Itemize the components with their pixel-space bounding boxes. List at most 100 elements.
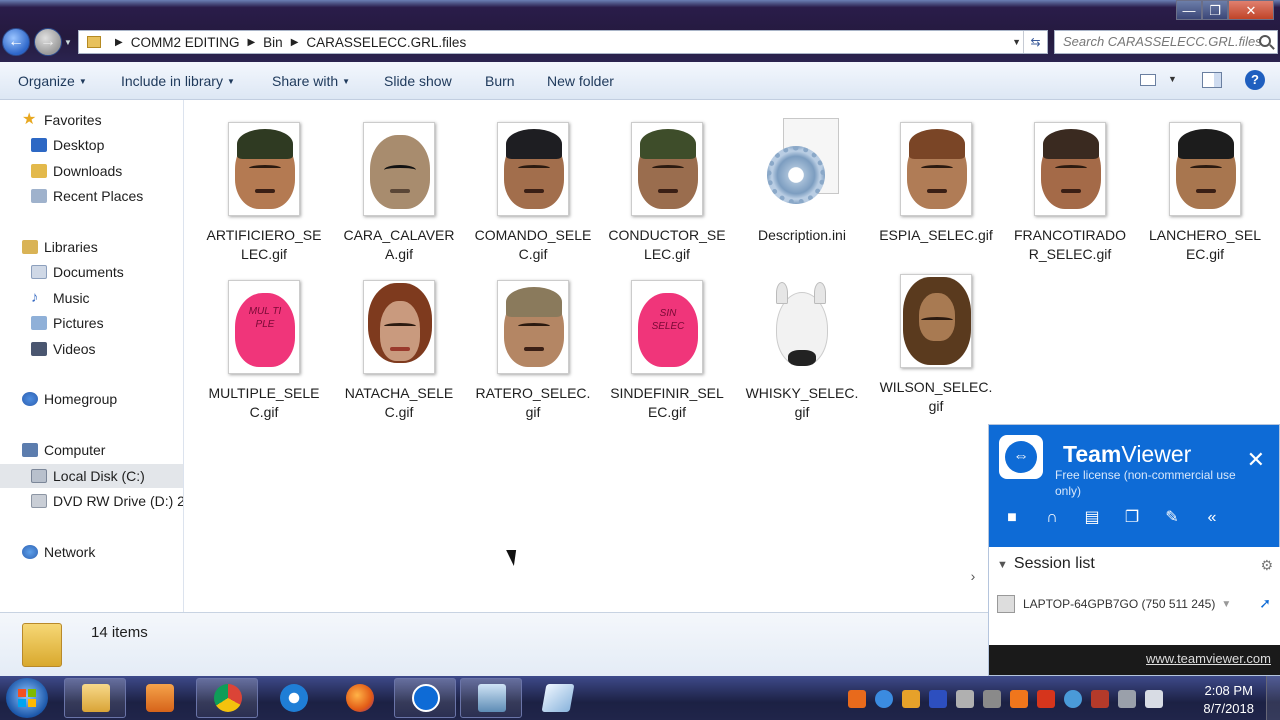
breadcrumb-separator-icon[interactable]: ▶ xyxy=(291,37,299,48)
tray-sync-icon[interactable] xyxy=(875,690,893,708)
file-item[interactable]: FRANCOTIRADOR_SELEC.gif xyxy=(1010,122,1130,264)
taskbar-window-app[interactable] xyxy=(460,678,522,718)
chat-icon[interactable]: ▤ xyxy=(1081,507,1103,529)
tray-app-icon[interactable] xyxy=(983,690,1001,708)
close-button[interactable]: ✕ xyxy=(1228,0,1274,20)
homegroup-icon xyxy=(22,392,38,406)
note-app-icon xyxy=(541,684,575,712)
file-item[interactable]: CONDUCTOR_SELEC.gif xyxy=(607,122,727,264)
file-item[interactable]: Description.ini xyxy=(742,118,862,245)
sidebar-item-label: DVD RW Drive (D:) 2 xyxy=(53,493,183,509)
sidebar-item-videos[interactable]: Videos xyxy=(0,337,183,361)
file-item[interactable]: RATERO_SELEC.gif xyxy=(473,280,593,422)
folder-icon xyxy=(87,36,101,48)
refresh-icon[interactable]: ⇆ xyxy=(1023,31,1047,53)
maximize-button[interactable]: ❐ xyxy=(1202,0,1228,20)
tray-app-icon[interactable] xyxy=(1064,690,1082,708)
sidebar-item-homegroup[interactable]: Homegroup xyxy=(0,387,183,411)
tools-icon[interactable]: ✎ xyxy=(1161,507,1183,529)
sidebar-item-recent-places[interactable]: Recent Places xyxy=(0,184,183,208)
new-folder-button[interactable]: New folder xyxy=(547,73,614,89)
sidebar-item-favorites[interactable]: ★ Favorites xyxy=(0,108,183,132)
address-dropdown-icon[interactable]: ▼ xyxy=(1012,37,1021,47)
session-list-title[interactable]: ▼ Session list xyxy=(997,555,1095,573)
battery-icon[interactable] xyxy=(1145,690,1163,708)
session-device[interactable]: LAPTOP-64GPB7GO (750 511 245) ▼ xyxy=(997,595,1231,613)
start-button[interactable] xyxy=(6,678,48,718)
view-options-chevron-icon[interactable]: ▼ xyxy=(1168,74,1177,84)
volume-icon[interactable] xyxy=(956,690,974,708)
collapse-icon[interactable]: « xyxy=(1201,507,1223,529)
chevron-down-icon: ▼ xyxy=(226,77,235,86)
file-item[interactable]: LANCHERO_SELEC.gif xyxy=(1145,122,1265,264)
breadcrumb-comm2-editing[interactable]: COMM2 EDITING xyxy=(131,35,240,50)
sidebar-item-downloads[interactable]: Downloads xyxy=(0,159,183,183)
headset-icon[interactable]: ∩ xyxy=(1041,507,1063,529)
sidebar-item-libraries[interactable]: Libraries xyxy=(0,235,183,259)
recent-pages-dropdown-icon[interactable]: ▼ xyxy=(64,38,72,47)
sidebar-item-desktop[interactable]: Desktop xyxy=(0,133,183,157)
file-name: Description.ini xyxy=(758,227,846,243)
teamviewer-expand-icon[interactable]: › xyxy=(958,556,988,596)
burn-button[interactable]: Burn xyxy=(485,73,515,89)
breadcrumb-current-folder[interactable]: CARASSELECC.GRL.files xyxy=(306,35,466,50)
teamviewer-link[interactable]: www.teamviewer.com xyxy=(1146,651,1271,666)
taskbar-firefox[interactable] xyxy=(328,678,390,718)
change-view-icon[interactable] xyxy=(1140,74,1156,86)
network-signal-icon[interactable] xyxy=(1118,690,1136,708)
breadcrumb-separator-icon[interactable]: ▶ xyxy=(115,37,123,48)
sidebar-item-dvd-drive[interactable]: DVD RW Drive (D:) 2 xyxy=(0,489,183,513)
address-bar[interactable]: ▶ COMM2 EDITING ▶ Bin ▶ CARASSELECC.GRL.… xyxy=(78,30,1048,54)
tray-app-icon[interactable] xyxy=(929,690,947,708)
taskbar-teamviewer[interactable] xyxy=(394,678,456,718)
files-icon[interactable]: ❐ xyxy=(1121,507,1143,529)
taskbar-note-app[interactable] xyxy=(526,678,588,718)
chevron-down-icon[interactable]: ▼ xyxy=(1221,599,1231,610)
search-icon[interactable] xyxy=(1259,35,1271,47)
video-icon[interactable]: ■ xyxy=(1001,507,1023,529)
organize-menu[interactable]: Organize ▼ xyxy=(18,73,87,89)
file-item[interactable]: NATACHA_SELEC.gif xyxy=(339,280,459,422)
file-item[interactable]: MUL TI PLE MULTIPLE_SELEC.gif xyxy=(204,280,324,422)
include-in-library-menu[interactable]: Include in library ▼ xyxy=(121,73,235,89)
taskbar-media-player[interactable] xyxy=(128,678,190,718)
file-item[interactable]: ESPIA_SELEC.gif xyxy=(876,122,996,245)
tray-app-icon[interactable] xyxy=(1037,690,1055,708)
file-item[interactable]: COMANDO_SELEC.gif xyxy=(473,122,593,264)
taskbar-chrome[interactable] xyxy=(196,678,258,718)
tray-app-icon[interactable] xyxy=(1091,690,1109,708)
breadcrumb-separator-icon[interactable]: ▶ xyxy=(247,37,255,48)
teamviewer-header: ⇔ TeamViewer Free license (non-commercia… xyxy=(989,425,1279,547)
sidebar-item-pictures[interactable]: Pictures xyxy=(0,311,183,335)
file-item[interactable]: CARA_CALAVERA.gif xyxy=(339,122,459,264)
search-input[interactable]: Search CARASSELECC.GRL.files xyxy=(1054,30,1278,54)
preview-pane-icon[interactable] xyxy=(1202,72,1222,88)
file-item[interactable]: WILSON_SELEC.gif xyxy=(876,274,996,416)
thumbnail-caption: SIN SELEC xyxy=(651,308,685,332)
file-item[interactable]: ARTIFICIERO_SELEC.gif xyxy=(204,122,324,264)
help-icon[interactable]: ? xyxy=(1245,70,1265,90)
tray-app-icon[interactable] xyxy=(848,690,866,708)
show-desktop-button[interactable] xyxy=(1266,676,1280,720)
clock[interactable]: 2:08 PM 8/7/2018 xyxy=(1203,682,1254,718)
breadcrumb-bin[interactable]: Bin xyxy=(263,35,283,50)
taskbar-explorer[interactable] xyxy=(64,678,126,718)
gear-icon[interactable]: ⚙ xyxy=(1260,557,1273,574)
share-with-menu[interactable]: Share with ▼ xyxy=(272,73,350,89)
file-item[interactable]: WHISKY_SELEC.gif xyxy=(742,280,862,422)
sidebar-item-music[interactable]: ♪ Music xyxy=(0,286,183,310)
back-button[interactable]: ← xyxy=(2,28,30,56)
taskbar-internet-explorer[interactable] xyxy=(262,678,324,718)
tray-app-icon[interactable] xyxy=(1010,690,1028,708)
sidebar-item-documents[interactable]: Documents xyxy=(0,260,183,284)
sidebar-item-local-disk[interactable]: Local Disk (C:) xyxy=(0,464,183,488)
slide-show-button[interactable]: Slide show xyxy=(384,73,452,89)
minimize-button[interactable]: — xyxy=(1176,0,1202,20)
close-icon[interactable]: ✕ xyxy=(1247,447,1265,473)
tray-app-icon[interactable] xyxy=(902,690,920,708)
pointer-icon[interactable]: ➚ xyxy=(1259,595,1271,612)
sidebar-item-computer[interactable]: Computer xyxy=(0,438,183,462)
sidebar-item-network[interactable]: Network xyxy=(0,540,183,564)
file-item[interactable]: SIN SELEC SINDEFINIR_SELEC.gif xyxy=(607,280,727,422)
forward-button[interactable]: → xyxy=(34,28,62,56)
